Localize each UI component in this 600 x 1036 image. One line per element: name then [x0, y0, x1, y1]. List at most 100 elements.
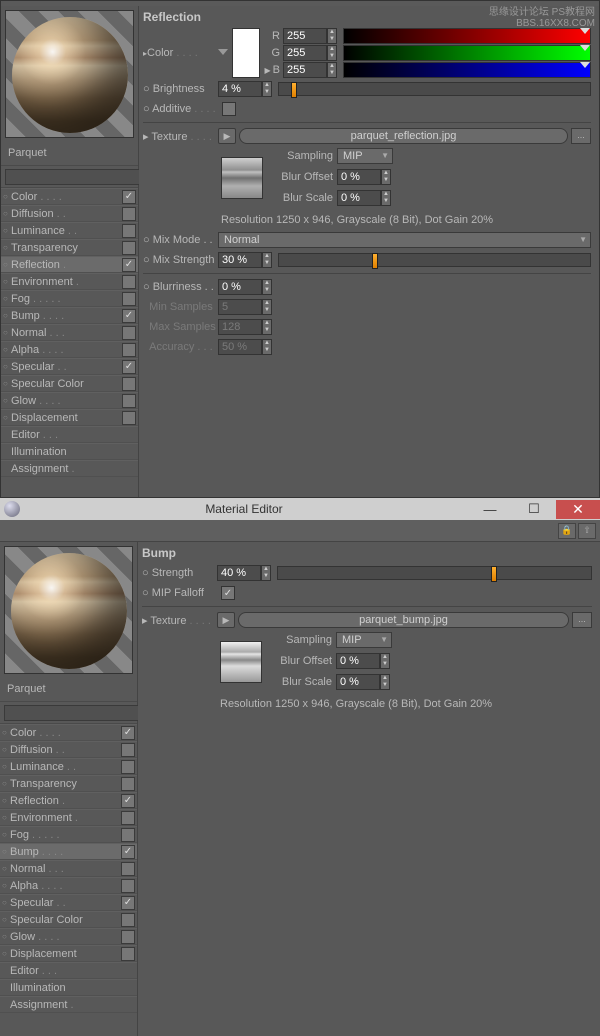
- channel-environment[interactable]: ○Environment .: [1, 273, 138, 290]
- spinner[interactable]: ▲▼: [327, 28, 337, 44]
- material-preview[interactable]: [5, 10, 134, 138]
- channel-environment[interactable]: ○Environment .: [0, 809, 137, 826]
- strength-input[interactable]: [217, 565, 261, 581]
- channel-checkbox[interactable]: [121, 828, 135, 842]
- channel-alpha[interactable]: ○Alpha . . . .: [1, 341, 138, 358]
- channel-normal[interactable]: ○Normal . . .: [1, 324, 138, 341]
- channel-checkbox[interactable]: [122, 258, 136, 272]
- channel-checkbox[interactable]: [121, 794, 135, 808]
- texture-picker-icon[interactable]: ▶: [217, 612, 235, 628]
- sampling-dropdown[interactable]: MIP: [336, 632, 392, 648]
- texture-more[interactable]: ...: [571, 128, 591, 144]
- channel-bump[interactable]: ○Bump . . . .: [1, 307, 138, 324]
- b-slider[interactable]: [343, 62, 591, 78]
- channel-checkbox[interactable]: [122, 360, 136, 374]
- g-slider[interactable]: [343, 45, 591, 61]
- channel-checkbox[interactable]: [122, 411, 136, 425]
- channel-checkbox[interactable]: [122, 275, 136, 289]
- channel-checkbox[interactable]: [121, 726, 135, 740]
- color-dropdown-icon[interactable]: [218, 49, 228, 57]
- channel-checkbox[interactable]: [121, 930, 135, 944]
- blur-offset-input[interactable]: [336, 653, 380, 669]
- strength-slider[interactable]: [277, 566, 592, 580]
- channel-specular-color[interactable]: ○Specular Color: [1, 375, 138, 392]
- channel-assignment[interactable]: Assignment .: [1, 460, 138, 477]
- material-name-input[interactable]: [5, 169, 155, 185]
- blur-scale-input[interactable]: [337, 190, 381, 206]
- channel-luminance[interactable]: ○Luminance . .: [1, 222, 138, 239]
- channel-checkbox[interactable]: [121, 811, 135, 825]
- channel-checkbox[interactable]: [122, 343, 136, 357]
- mix-mode-dropdown[interactable]: Normal: [218, 232, 591, 248]
- channel-reflection[interactable]: ○Reflection .: [0, 792, 137, 809]
- channel-illumination[interactable]: Illumination: [1, 443, 138, 460]
- channel-checkbox[interactable]: [122, 292, 136, 306]
- texture-picker-icon[interactable]: ▶: [218, 128, 236, 144]
- channel-transparency[interactable]: ○Transparency: [0, 775, 137, 792]
- channel-fog[interactable]: ○Fog . . . . .: [1, 290, 138, 307]
- texture-thumbnail[interactable]: [220, 641, 262, 683]
- channel-diffusion[interactable]: ○Diffusion . .: [1, 205, 138, 222]
- channel-checkbox[interactable]: [121, 913, 135, 927]
- channel-checkbox[interactable]: [121, 777, 135, 791]
- maximize-button[interactable]: ☐: [512, 500, 556, 519]
- brightness-slider[interactable]: [278, 82, 591, 96]
- channel-checkbox[interactable]: [121, 862, 135, 876]
- channel-fog[interactable]: ○Fog . . . . .: [0, 826, 137, 843]
- channel-color[interactable]: ○Color . . . .: [1, 188, 138, 205]
- color-swatch[interactable]: [232, 28, 260, 78]
- sampling-dropdown[interactable]: MIP: [337, 148, 393, 164]
- channel-checkbox[interactable]: [122, 377, 136, 391]
- mip-falloff-checkbox[interactable]: [221, 586, 235, 600]
- channel-displacement[interactable]: ○Displacement: [0, 945, 137, 962]
- r-slider[interactable]: [343, 28, 591, 44]
- texture-filename[interactable]: parquet_bump.jpg: [238, 612, 569, 628]
- blur-offset-input[interactable]: [337, 169, 381, 185]
- arrow-up-icon[interactable]: ⇧: [578, 523, 596, 539]
- additive-checkbox[interactable]: [222, 102, 236, 116]
- material-name-input[interactable]: [4, 705, 154, 721]
- texture-thumbnail[interactable]: [221, 157, 263, 199]
- channel-specular[interactable]: ○Specular . .: [0, 894, 137, 911]
- channel-editor[interactable]: Editor . . .: [1, 426, 138, 443]
- lock-icon[interactable]: 🔒: [558, 523, 576, 539]
- channel-checkbox[interactable]: [121, 879, 135, 893]
- channel-bump[interactable]: ○Bump . . . .: [0, 843, 137, 860]
- channel-displacement[interactable]: ○Displacement: [1, 409, 138, 426]
- channel-assignment[interactable]: Assignment .: [0, 996, 137, 1013]
- channel-checkbox[interactable]: [121, 845, 135, 859]
- channel-color[interactable]: ○Color . . . .: [0, 724, 137, 741]
- channel-luminance[interactable]: ○Luminance . .: [0, 758, 137, 775]
- mix-strength-slider[interactable]: [278, 253, 591, 267]
- channel-normal[interactable]: ○Normal . . .: [0, 860, 137, 877]
- channel-checkbox[interactable]: [122, 309, 136, 323]
- channel-editor[interactable]: Editor . . .: [0, 962, 137, 979]
- channel-specular-color[interactable]: ○Specular Color: [0, 911, 137, 928]
- material-preview[interactable]: [4, 546, 133, 674]
- close-button[interactable]: [556, 500, 600, 519]
- channel-illumination[interactable]: Illumination: [0, 979, 137, 996]
- channel-checkbox[interactable]: [121, 743, 135, 757]
- b-input[interactable]: [283, 62, 327, 78]
- window-titlebar[interactable]: Material Editor — ☐: [0, 498, 600, 520]
- r-input[interactable]: [283, 28, 327, 44]
- channel-checkbox[interactable]: [122, 241, 136, 255]
- texture-filename[interactable]: parquet_reflection.jpg: [239, 128, 568, 144]
- channel-checkbox[interactable]: [122, 190, 136, 204]
- channel-checkbox[interactable]: [122, 224, 136, 238]
- blurriness-input[interactable]: [218, 279, 262, 295]
- channel-checkbox[interactable]: [122, 394, 136, 408]
- mix-strength-input[interactable]: [218, 252, 262, 268]
- channel-glow[interactable]: ○Glow . . . .: [0, 928, 137, 945]
- channel-diffusion[interactable]: ○Diffusion . .: [0, 741, 137, 758]
- channel-checkbox[interactable]: [121, 896, 135, 910]
- channel-alpha[interactable]: ○Alpha . . . .: [0, 877, 137, 894]
- channel-reflection[interactable]: ○Reflection .: [1, 256, 138, 273]
- channel-checkbox[interactable]: [122, 326, 136, 340]
- channel-transparency[interactable]: ○Transparency: [1, 239, 138, 256]
- channel-glow[interactable]: ○Glow . . . .: [1, 392, 138, 409]
- blur-scale-input[interactable]: [336, 674, 380, 690]
- channel-checkbox[interactable]: [121, 760, 135, 774]
- brightness-input[interactable]: [218, 81, 262, 97]
- channel-specular[interactable]: ○Specular . .: [1, 358, 138, 375]
